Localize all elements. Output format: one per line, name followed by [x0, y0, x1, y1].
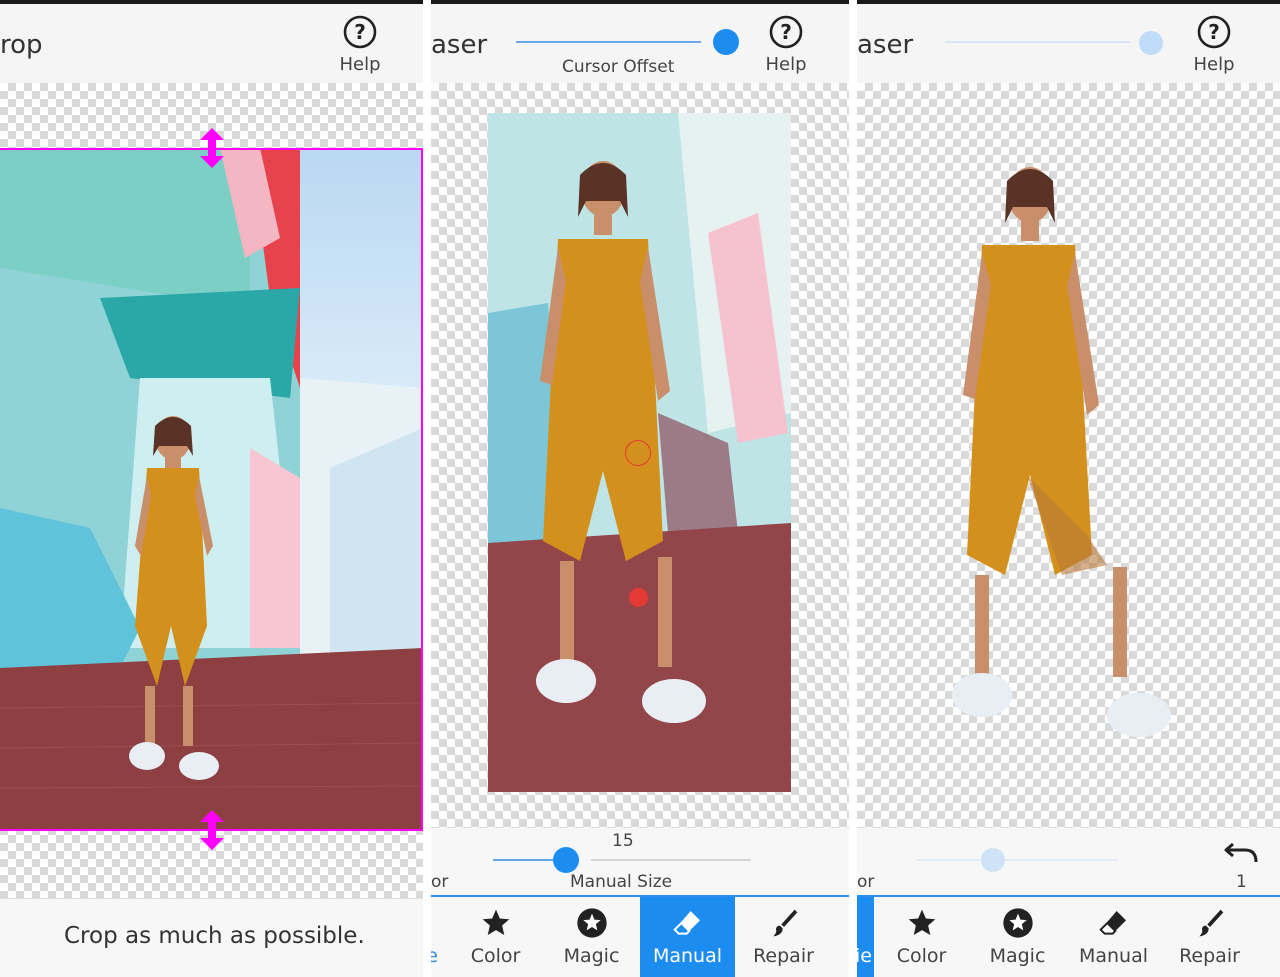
- svg-text:?: ?: [780, 20, 792, 44]
- tab-label: ie: [431, 945, 438, 967]
- tab-label: ie: [857, 945, 872, 967]
- undo-icon[interactable]: [1223, 840, 1259, 864]
- tab-manual[interactable]: Manual: [640, 897, 735, 977]
- cursor-offset-knob: [1139, 31, 1163, 55]
- svg-text:?: ?: [1208, 20, 1220, 44]
- star-circle-icon: [576, 908, 607, 938]
- manual-size-label: Manual Size: [570, 872, 673, 892]
- eraser-title: aser: [857, 30, 914, 60]
- tab-label: Color: [896, 945, 947, 967]
- cursor-offset-track: [945, 41, 1130, 43]
- panel-divider: [849, 0, 857, 977]
- tab-label: Manual: [1078, 945, 1149, 967]
- tab-magic[interactable]: Magic: [970, 897, 1065, 977]
- tab-partial[interactable]: ie: [857, 897, 874, 977]
- help-label: Help: [1193, 54, 1235, 75]
- tab-manual[interactable]: Manual: [1066, 897, 1161, 977]
- star-icon: [482, 909, 509, 935]
- size-value: 15: [612, 831, 634, 851]
- crop-instruction: Crop as much as possible.: [64, 923, 365, 949]
- eraser-manual-panel: aser Cursor Offset ? Help 15 Manual Size…: [431, 0, 849, 977]
- help-icon: ?: [1197, 15, 1231, 49]
- star-icon: [908, 909, 935, 935]
- cursor-offset-knob[interactable]: [713, 29, 739, 55]
- partial-left-label: or: [431, 872, 449, 892]
- crop-bottom-handle-icon[interactable]: [198, 810, 226, 850]
- eraser-title: aser: [431, 30, 488, 60]
- crop-title: rop: [0, 30, 43, 60]
- panel-divider: [423, 0, 431, 977]
- tab-color[interactable]: Color: [874, 897, 969, 977]
- manual-size-knob[interactable]: [553, 847, 579, 873]
- help-label: Help: [339, 54, 381, 75]
- tab-label: Repair: [753, 945, 814, 967]
- tab-label: Repair: [1179, 945, 1240, 967]
- tab-label: Magic: [989, 945, 1046, 967]
- partial-left-label: or: [857, 872, 875, 892]
- help-button[interactable]: ? Help: [754, 14, 818, 75]
- svg-text:?: ?: [354, 20, 366, 44]
- size-control-bar: 15 Manual Size or: [431, 828, 849, 895]
- tab-label: Magic: [563, 945, 620, 967]
- cursor-offset-track[interactable]: [516, 41, 701, 43]
- help-label: Help: [765, 54, 807, 75]
- eraser-top-bar: aser Cursor Offset ? Help: [431, 0, 849, 83]
- tab-partial[interactable]: ie: [431, 897, 448, 977]
- brush-icon: [772, 909, 797, 937]
- tab-repair[interactable]: Repair: [736, 897, 831, 977]
- crop-bottom-bar: Crop as much as possible.: [0, 898, 423, 977]
- eraser-result-panel: aser ? Help or 1 ie Color Magic Manual R…: [857, 0, 1280, 977]
- crop-panel: rop ? Help Crop as much as possible.: [0, 0, 423, 977]
- undo-count: 1: [1236, 872, 1247, 892]
- eraser-icon: [1098, 911, 1126, 935]
- manual-size-track-empty[interactable]: [591, 859, 751, 861]
- eraser-icon: [672, 911, 700, 935]
- eraser-cursor-ring: [625, 440, 651, 466]
- crop-top-handle-icon[interactable]: [198, 128, 226, 168]
- result-control-bar: or 1: [857, 828, 1280, 895]
- crop-photo: [0, 148, 423, 831]
- manual-size-track: [917, 859, 1117, 861]
- manual-size-knob: [981, 848, 1005, 872]
- help-button[interactable]: ? Help: [1182, 14, 1246, 75]
- help-button[interactable]: ? Help: [328, 14, 392, 75]
- tool-tab-bar: ie Color Magic Manual Repair: [857, 895, 1280, 977]
- star-circle-icon: [1002, 908, 1033, 938]
- tab-repair[interactable]: Repair: [1162, 897, 1257, 977]
- cutout-person[interactable]: [927, 155, 1187, 775]
- tool-tab-bar: ie Color Magic Manual Repair: [431, 895, 849, 977]
- help-icon: ?: [769, 15, 803, 49]
- tab-label: Manual: [652, 945, 723, 967]
- eraser-top-bar: aser ? Help: [857, 0, 1280, 83]
- brush-icon: [1198, 909, 1223, 937]
- crop-top-bar: rop ? Help: [0, 0, 423, 83]
- tab-label: Color: [470, 945, 521, 967]
- tab-color[interactable]: Color: [448, 897, 543, 977]
- cursor-offset-label: Cursor Offset: [562, 57, 675, 77]
- crop-scene-art: [0, 148, 423, 831]
- tab-magic[interactable]: Magic: [544, 897, 639, 977]
- eraser-cursor-dot[interactable]: [629, 588, 648, 607]
- help-icon: ?: [343, 15, 377, 49]
